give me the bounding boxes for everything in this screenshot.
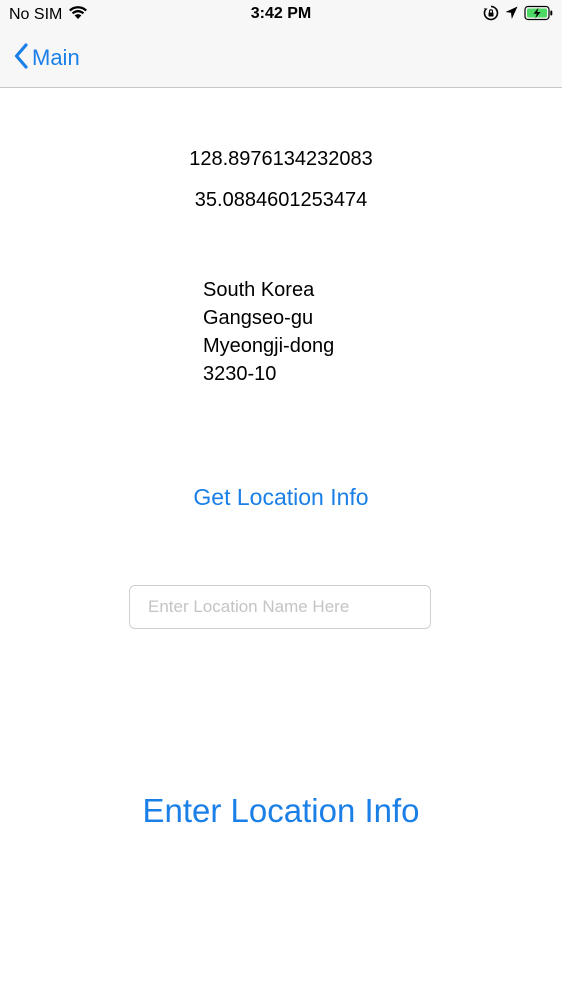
address-district: Gangseo-gu — [203, 307, 314, 329]
location-arrow-icon — [505, 6, 518, 25]
longitude-label: 128.8976134232083 — [189, 148, 373, 170]
orientation-lock-icon — [483, 5, 499, 26]
status-time: 3:42 PM — [250, 5, 312, 22]
get-location-info-button[interactable]: Get Location Info — [0, 484, 562, 511]
back-button[interactable]: Main — [14, 40, 80, 76]
address-country: South Korea — [203, 279, 315, 301]
status-bar: No SIM 3:42 PM — [0, 0, 562, 30]
address-number: 3230-10 — [203, 363, 277, 385]
latitude-label: 35.0884601253474 — [194, 189, 368, 211]
location-name-input[interactable] — [129, 585, 431, 629]
status-indicators — [483, 5, 554, 26]
enter-location-info-button[interactable]: Enter Location Info — [0, 792, 562, 830]
back-button-label: Main — [32, 45, 80, 70]
address-neighborhood: Myeongji-dong — [203, 335, 335, 357]
navigation-bar: Main — [0, 30, 562, 88]
address-label: South Korea Gangseo-gu Myeongji-dong 323… — [203, 276, 334, 388]
battery-charging-icon — [524, 5, 554, 26]
chevron-left-icon — [14, 42, 28, 74]
